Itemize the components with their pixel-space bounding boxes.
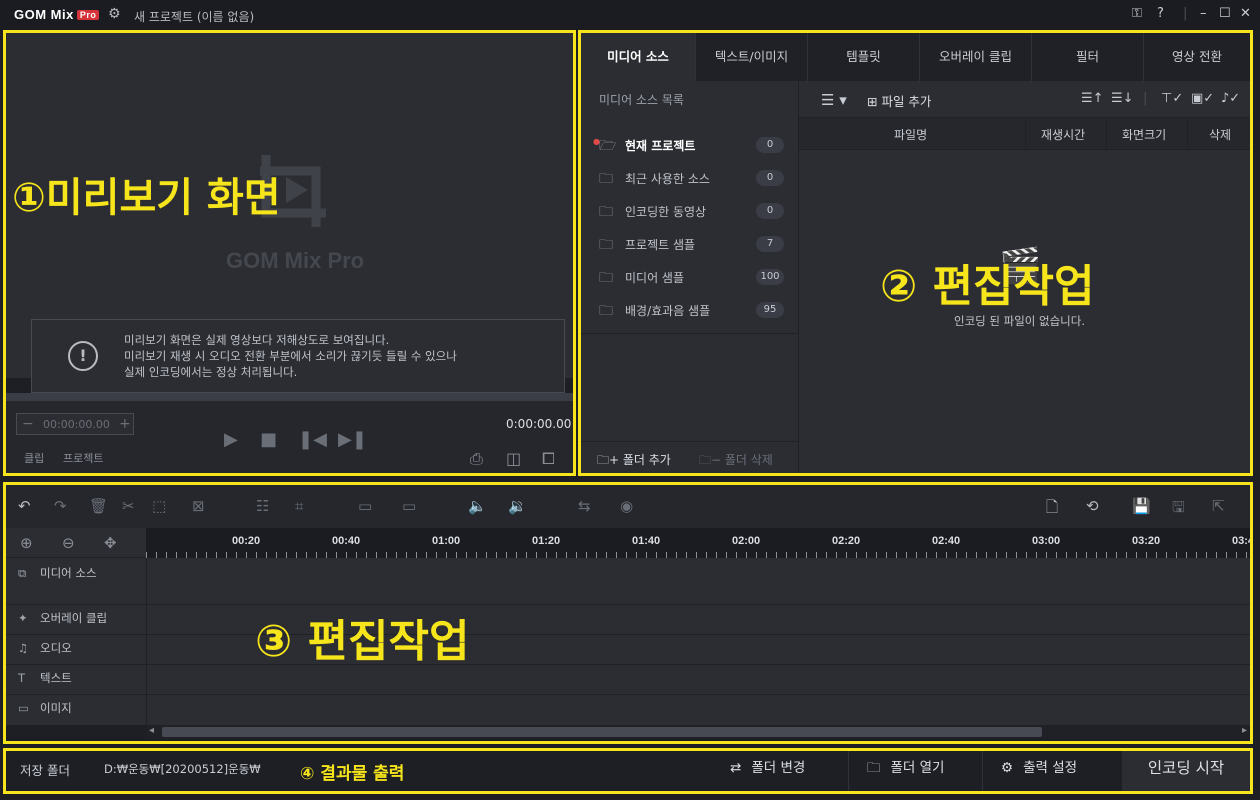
close-button[interactable]: ✕ [1240,6,1251,21]
key-icon[interactable]: ⚿ [1132,6,1142,21]
annotation-frame-preview [3,30,576,476]
app-logo: GOM Mix Pro [14,7,100,22]
help-button[interactable]: ? [1157,6,1164,21]
annotation-frame-timeline [3,482,1253,744]
gear-icon[interactable]: ⚙ [108,6,121,22]
annotation-frame-output [3,748,1253,794]
minimize-button[interactable]: – [1200,6,1207,21]
logo-text: GOM Mix [14,7,74,22]
logo-badge: Pro [76,10,100,20]
title-divider: | [1183,6,1188,21]
annotation-frame-media [578,30,1253,476]
project-title: 새 프로젝트 (이름 없음) [134,10,255,24]
maximize-button[interactable]: ☐ [1219,6,1231,21]
